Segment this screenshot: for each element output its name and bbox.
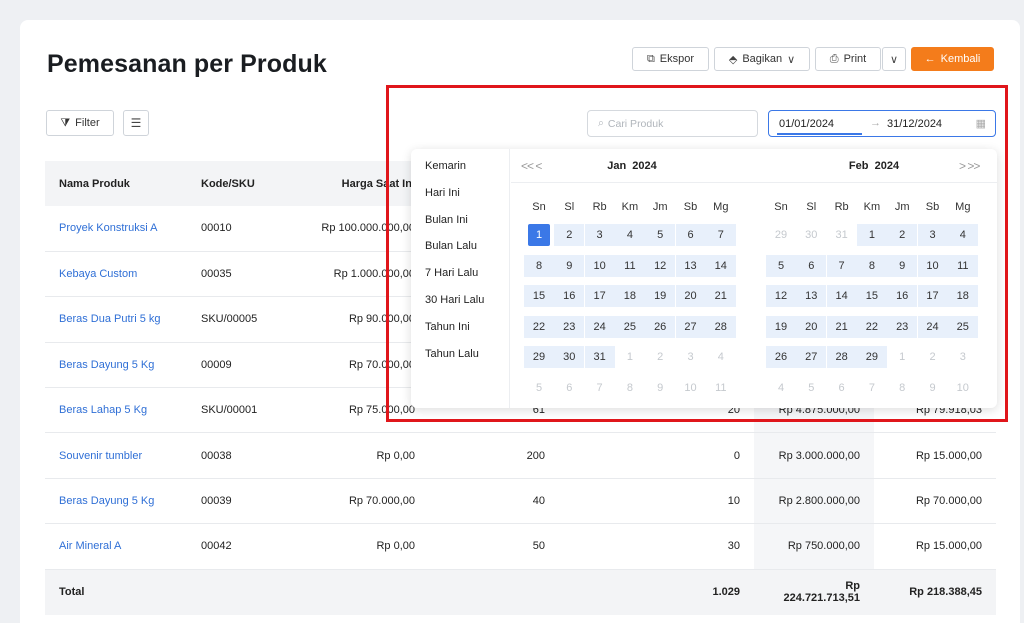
header-sku[interactable]: Kode/SKU — [187, 161, 291, 206]
col7-cell: Rp 15.000,00 — [874, 432, 996, 479]
chevron-down-icon: ∨ — [889, 53, 899, 66]
col4-cell: 200 — [429, 432, 559, 479]
product-name-link[interactable]: Souvenir tumbler — [45, 432, 187, 479]
print-options-button[interactable]: ∨ — [882, 47, 906, 71]
table-row: Beras Dayung 5 Kg 00039 Rp 70.000,00 40 10 Rp… — [45, 478, 996, 525]
total-label: Total — [45, 569, 187, 616]
product-name-link[interactable]: Beras Dayung 5 Kg — [45, 342, 187, 389]
back-label: Kembali — [940, 53, 981, 65]
table-row: Souvenir tumbler 00038 Rp 0,00 200 0 Rp 3.000… — [45, 432, 996, 479]
share-button[interactable]: ⬘ Bagikan ∨ — [714, 47, 810, 71]
col6-cell: Rp 750.000,00 — [754, 523, 874, 570]
sku-cell: SKU/00001 — [187, 387, 291, 434]
col7-cell: Rp 15.000,00 — [874, 523, 996, 570]
sku-cell: 00035 — [187, 251, 291, 298]
price-cell: Rp 0,00 — [291, 432, 429, 479]
annotation-highlight-box — [386, 85, 1008, 422]
price-cell: Rp 0,00 — [291, 523, 429, 570]
col5-cell: 30 — [559, 523, 754, 570]
col6-cell: Rp 3.000.000,00 — [754, 432, 874, 479]
back-button[interactable]: ← Kembali — [911, 47, 994, 71]
table-row: Air Mineral A 00042 Rp 0,00 50 30 Rp 750.000,… — [45, 523, 996, 570]
product-name-link[interactable]: Beras Lahap 5 Kg — [45, 387, 187, 434]
arrow-left-icon: ← — [924, 53, 936, 65]
col5-cell: 0 — [559, 432, 754, 479]
sku-cell: 00042 — [187, 523, 291, 570]
list-icon: ☰ — [130, 116, 142, 130]
col4-cell: 40 — [429, 478, 559, 525]
header-product-name[interactable]: Nama Produk — [45, 161, 187, 206]
product-name-link[interactable]: Proyek Konstruksi A — [45, 206, 187, 252]
product-name-link[interactable]: Beras Dayung 5 Kg — [45, 478, 187, 525]
total-col5: 1.029 — [559, 569, 754, 616]
chevron-down-icon: ∨ — [787, 53, 796, 66]
sku-cell: 00010 — [187, 206, 291, 252]
export-button[interactable]: ⧉ Ekspor — [632, 47, 709, 71]
col7-cell: Rp 70.000,00 — [874, 478, 996, 525]
filter-button[interactable]: ⧩ Filter — [46, 110, 114, 136]
product-name-link[interactable]: Kebaya Custom — [45, 251, 187, 298]
sku-cell: 00039 — [187, 478, 291, 525]
print-label: Print — [843, 53, 867, 65]
total-empty — [291, 569, 429, 616]
export-icon: ⧉ — [646, 52, 655, 65]
filter-icon: ⧩ — [60, 116, 71, 129]
total-empty — [429, 569, 559, 616]
product-name-link[interactable]: Beras Dua Putri 5 kg — [45, 296, 187, 343]
sku-cell: SKU/00005 — [187, 296, 291, 343]
share-label: Bagikan — [742, 53, 783, 65]
col4-cell: 50 — [429, 523, 559, 570]
column-list-button[interactable]: ☰ — [123, 110, 149, 136]
price-cell: Rp 70.000,00 — [291, 478, 429, 525]
total-empty — [187, 569, 291, 616]
print-button[interactable]: ⎙ Print — [815, 47, 881, 71]
filter-label: Filter — [75, 117, 100, 129]
total-col7: Rp 218.388,45 — [874, 569, 996, 616]
share-icon: ⬘ — [728, 53, 738, 66]
sku-cell: 00038 — [187, 432, 291, 479]
total-col6: Rp 224.721.713,51 — [754, 569, 874, 616]
export-label: Ekspor — [659, 53, 695, 65]
sku-cell: 00009 — [187, 342, 291, 389]
col6-cell: Rp 2.800.000,00 — [754, 478, 874, 525]
total-row: Total 1.029 Rp 224.721.713,51 Rp 218.388,45 — [45, 569, 996, 616]
page-title: Pemesanan per Produk — [47, 50, 327, 78]
col5-cell: 10 — [559, 478, 754, 525]
product-name-link[interactable]: Air Mineral A — [45, 523, 187, 570]
print-icon: ⎙ — [829, 52, 839, 65]
